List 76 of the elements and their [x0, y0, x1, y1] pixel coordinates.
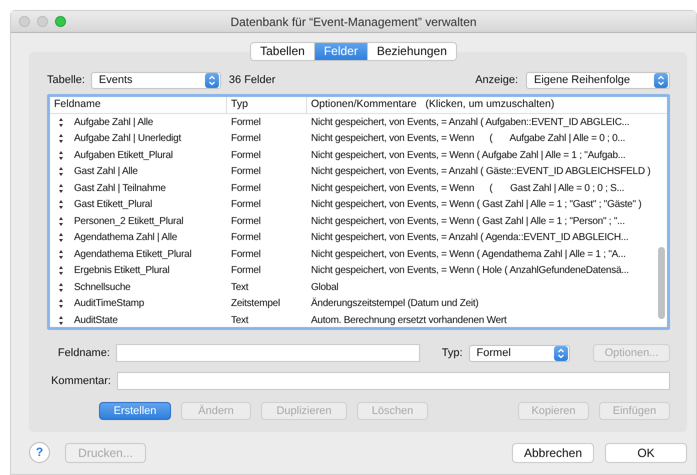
field-options: Nicht gespeichert, von Events, = Wenn ( Aufgabe Zahl | Alle = 1 ; "Aufgab... [307, 148, 655, 163]
stepper-icon [204, 73, 219, 88]
field-options: Nicht gespeichert, von Events, = Wenn ( Gast Zahl | Alle = 0 ; 0 ; S... [307, 180, 655, 196]
field-type: Formel [230, 214, 262, 229]
drag-handle-icon[interactable] [56, 316, 66, 325]
scrollbar[interactable] [658, 247, 665, 319]
comment-label: Kommentar: [50, 374, 111, 389]
field-count: 36 Felder [228, 73, 276, 88]
drag-handle-icon[interactable] [56, 266, 66, 276]
field-name-label: Feldname: [56, 346, 110, 361]
field-name: Gast Zahl | Alle [74, 165, 138, 180]
dropdown[interactable]: Eigene Reihenfolge [526, 72, 670, 89]
field-options: Nicht gespeichert, von Events, = Wenn ( Agendathema Zahl | Alle = 1 ; "A... [307, 246, 655, 262]
field-name: AuditState [74, 314, 118, 327]
field-name: Agendathema Etikett_Plural [74, 248, 192, 262]
dropdown[interactable]: Events [90, 72, 221, 89]
field-type: Formel [230, 264, 262, 278]
field-type: Formel [230, 248, 262, 262]
field-options: Änderungszeitstempel (Datum und Zeit) [307, 296, 655, 312]
field-type: Formel [230, 182, 262, 196]
field-type: Formel [230, 148, 262, 163]
window-title: Datenbank für “Event-Management” verwalten [230, 14, 477, 28]
field-type: Formel [230, 231, 262, 246]
field-name: Aufgabe Zahl | Unerledigt [74, 132, 181, 146]
view-label: Anzeige: [475, 73, 518, 88]
field-type: Text [230, 280, 250, 295]
comment-input[interactable] [117, 372, 670, 390]
field-name: Personen_2 Etikett_Plural [74, 214, 184, 229]
field-name: Agendathema Zahl | Alle [74, 231, 178, 246]
field-name: Aufgabe Zahl | Alle [74, 116, 154, 130]
drag-handle-icon[interactable] [56, 299, 66, 308]
field-options: Nicht gespeichert, von Events, = Wenn ( Gast Zahl | Alle = 1 ; "Gast" ; "Gäste" ) [307, 197, 655, 212]
drag-handle-icon[interactable] [56, 118, 66, 127]
field-type: Text [230, 314, 250, 327]
field-name: AuditTimeStamp [74, 297, 144, 312]
drag-handle-icon[interactable] [56, 233, 66, 242]
type-label: Typ: [442, 346, 463, 361]
column-header[interactable]: Optionen/Kommentare (Klicken, um umzuschalten) [307, 97, 667, 113]
field-name: Schnellsuche [74, 280, 130, 295]
field-name-input[interactable] [116, 344, 420, 362]
field-type: Formel [230, 132, 262, 146]
stepper-icon [554, 346, 568, 360]
field-options: Nicht gespeichert, von Events, = Wenn ( Aufgabe Zahl | Alle = 0 ; 0... [307, 131, 655, 146]
field-options: Nicht gespeichert, von Events, = Anzahl ( Aufgaben::EVENT_ID ABGLEIC... [307, 114, 655, 130]
dropdown[interactable]: Formel [468, 344, 570, 362]
field-options: Nicht gespeichert, von Events, = Anzahl ( Agenda::EVENT_ID ABGLEICH... [307, 230, 655, 246]
drag-handle-icon[interactable] [56, 200, 66, 210]
field-options: Nicht gespeichert, von Events, = Wenn ( Hole ( AnzahlGefundeneDatensä... [307, 263, 655, 278]
column-header[interactable]: Typ [227, 97, 307, 113]
field-options: Nicht gespeichert, von Events, = Anzahl ( Gäste::EVENT_ID ABGLEICHSFELD ) [307, 164, 655, 180]
ok-button[interactable]: OK [605, 442, 687, 462]
field-name: Gast Zahl | Teilnahme [74, 182, 166, 196]
drag-handle-icon[interactable] [56, 250, 66, 259]
field-type: Formel [230, 165, 262, 180]
column-header[interactable]: Feldname [50, 97, 227, 113]
tab[interactable]: Tabellen [251, 43, 315, 60]
drag-handle-icon[interactable] [56, 150, 66, 160]
field-options: Autom. Berechnung ersetzt vorhandenen Wert [307, 312, 655, 327]
field-name: Gast Etikett_Plural [74, 198, 152, 212]
field-name: Ergebnis Etikett_Plural [74, 264, 170, 278]
field-options: Nicht gespeichert, von Events, = Wenn ( Gast Zahl | Alle = 1 ; "Person" ; "... [307, 214, 655, 229]
field-type: Formel [230, 116, 262, 130]
field-type: Formel [230, 198, 262, 212]
field-name: Aufgaben Etikett_Plural [74, 148, 173, 163]
drag-handle-icon[interactable] [56, 184, 66, 193]
field-options: Global [307, 280, 655, 295]
stepper-icon [654, 73, 668, 88]
zoom-button[interactable] [55, 16, 66, 27]
drag-handle-icon[interactable] [56, 167, 66, 176]
field-type: Zeitstempel [230, 297, 281, 312]
help-button[interactable]: ? [29, 442, 50, 463]
cancel-button[interactable]: Abbrechen [512, 442, 594, 462]
drag-handle-icon[interactable] [56, 216, 66, 226]
drag-handle-icon[interactable] [56, 134, 66, 144]
table-label: Tabelle: [47, 73, 85, 88]
drag-handle-icon[interactable] [56, 282, 66, 292]
